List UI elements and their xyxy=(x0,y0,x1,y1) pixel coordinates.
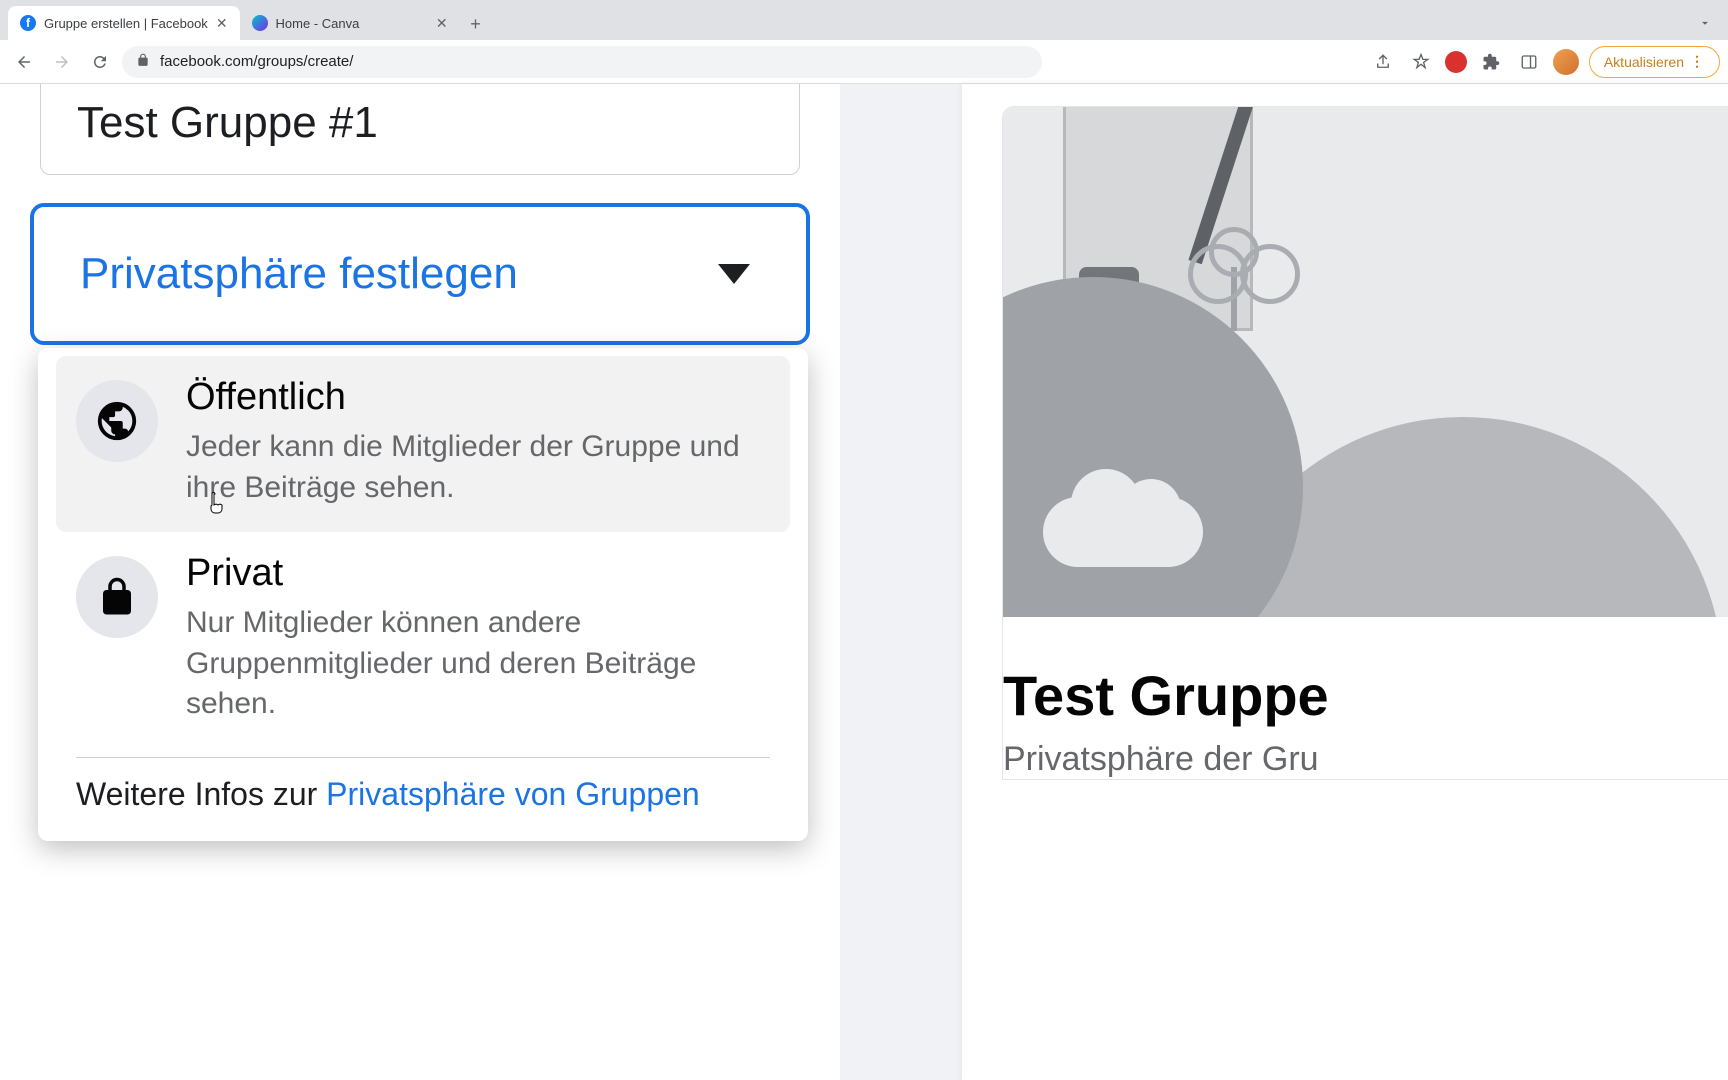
privacy-select-label: Privatsphäre festlegen xyxy=(80,249,518,299)
new-tab-button[interactable]: + xyxy=(460,8,492,40)
url-text: facebook.com/groups/create/ xyxy=(160,53,353,70)
gap xyxy=(840,84,962,1080)
option-title: Öffentlich xyxy=(186,376,770,419)
lock-icon xyxy=(76,556,158,638)
update-label: Aktualisieren xyxy=(1604,54,1684,70)
divider xyxy=(76,757,770,758)
preview-group-title: Test Gruppe xyxy=(1003,663,1728,728)
extensions-icon[interactable] xyxy=(1477,48,1505,76)
extension-adblock-icon[interactable] xyxy=(1445,51,1467,73)
lock-icon xyxy=(136,53,150,70)
share-icon[interactable] xyxy=(1369,48,1397,76)
cover-placeholder xyxy=(1003,107,1728,617)
bookmark-icon[interactable] xyxy=(1407,48,1435,76)
profile-avatar[interactable] xyxy=(1553,49,1579,75)
sidepanel-icon[interactable] xyxy=(1515,48,1543,76)
close-icon[interactable]: ✕ xyxy=(216,15,228,32)
back-icon xyxy=(15,53,33,71)
facebook-icon: f xyxy=(20,15,36,31)
option-desc: Jeder kann die Mitglieder der Gruppe und… xyxy=(186,427,770,508)
group-name-input[interactable]: Test Gruppe #1 xyxy=(40,84,800,175)
forward-button[interactable] xyxy=(46,46,78,78)
privacy-option-public[interactable]: Öffentlich Jeder kann die Mitglieder der… xyxy=(56,356,790,532)
forward-icon xyxy=(53,53,71,71)
group-name-value: Test Gruppe #1 xyxy=(77,98,763,148)
browser-toolbar: facebook.com/groups/create/ Aktualisiere… xyxy=(0,40,1728,84)
create-group-form: Test Gruppe #1 Privatsphäre festlegen Öf… xyxy=(0,84,840,1080)
option-desc: Nur Mitglieder können andere Gruppenmitg… xyxy=(186,603,770,725)
privacy-select[interactable]: Privatsphäre festlegen xyxy=(30,203,810,345)
privacy-more-info: Weitere Infos zur Privatsphäre von Grupp… xyxy=(56,776,790,823)
tabs-overflow[interactable] xyxy=(1682,6,1728,40)
reload-icon xyxy=(91,53,109,71)
privacy-dropdown: Öffentlich Jeder kann die Mitglieder der… xyxy=(38,348,808,841)
chevron-down-icon xyxy=(718,264,750,284)
preview-panel: Test Gruppe Privatsphäre der Gru xyxy=(962,84,1728,1080)
tab-strip: f Gruppe erstellen | Facebook ✕ Home - C… xyxy=(0,0,1728,40)
reload-button[interactable] xyxy=(84,46,116,78)
canva-icon xyxy=(252,15,268,31)
globe-icon xyxy=(76,380,158,462)
tab-title: Gruppe erstellen | Facebook xyxy=(44,16,208,31)
page-content: Test Gruppe #1 Privatsphäre festlegen Öf… xyxy=(0,84,1728,1080)
update-button[interactable]: Aktualisieren ⋮ xyxy=(1589,46,1720,78)
privacy-info-link[interactable]: Privatsphäre von Gruppen xyxy=(326,776,700,812)
more-info-prefix: Weitere Infos zur xyxy=(76,776,326,812)
close-icon[interactable]: ✕ xyxy=(436,15,448,32)
option-title: Privat xyxy=(186,552,770,595)
privacy-option-private[interactable]: Privat Nur Mitglieder können andere Grup… xyxy=(56,532,790,749)
more-icon: ⋮ xyxy=(1690,53,1705,70)
preview-card: Test Gruppe Privatsphäre der Gru xyxy=(1002,106,1728,780)
tab-facebook[interactable]: f Gruppe erstellen | Facebook ✕ xyxy=(8,6,240,40)
preview-group-subtitle: Privatsphäre der Gru xyxy=(1003,740,1728,779)
chevron-down-icon xyxy=(1698,16,1712,30)
tab-title: Home - Canva xyxy=(276,16,428,31)
url-bar[interactable]: facebook.com/groups/create/ xyxy=(122,46,1042,78)
back-button[interactable] xyxy=(8,46,40,78)
tab-canva[interactable]: Home - Canva ✕ xyxy=(240,6,460,40)
